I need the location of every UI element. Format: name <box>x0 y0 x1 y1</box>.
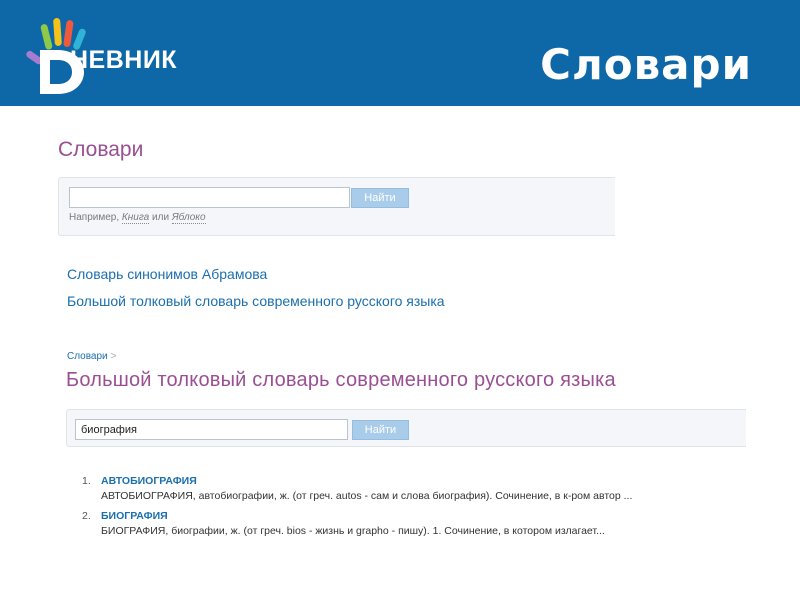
example-word-link[interactable]: Яблоко <box>171 212 206 224</box>
dictionaries-search-input[interactable] <box>69 187 350 208</box>
dictionary-search-input[interactable] <box>75 419 348 440</box>
header-bar: НЕВНИК Словари <box>0 0 800 106</box>
example-or: или <box>152 212 170 223</box>
result-term-link[interactable]: БИОГРАФИЯ <box>101 510 168 522</box>
dictionary-page-title: Большой толковый словарь современного ру… <box>66 369 616 391</box>
dictionary-search-panel: Найти <box>66 409 746 447</box>
search-example-hint: Например, Книга или Яблоко <box>69 212 206 224</box>
logo-text: НЕВНИК <box>70 46 178 74</box>
dictionaries-search-panel: Найти Например, Книга или Яблоко <box>58 177 615 236</box>
result-term-link[interactable]: АВТОБИОГРАФИЯ <box>101 475 197 487</box>
dictionary-link-synonyms[interactable]: Словарь синонимов Абрамова <box>67 266 267 282</box>
find-button[interactable]: Найти <box>352 420 409 440</box>
find-button[interactable]: Найти <box>351 188 409 208</box>
example-word-link[interactable]: Книга <box>121 212 150 224</box>
breadcrumb: Словари > <box>67 351 116 362</box>
result-definition: БИОГРАФИЯ, биографии, ж. (от греч. bios … <box>101 525 605 537</box>
breadcrumb-dictionaries-link[interactable]: Словари <box>67 351 108 362</box>
result-number: 2. <box>82 510 91 522</box>
breadcrumb-separator: > <box>110 351 117 362</box>
dictionary-link-explanatory[interactable]: Большой толковый словарь современного ру… <box>67 293 445 309</box>
result-number: 1. <box>82 475 91 487</box>
slide-title: Словари <box>540 40 752 89</box>
example-prefix: Например, <box>69 212 120 223</box>
result-definition: АВТОБИОГРАФИЯ, автобиографии, ж. (от гре… <box>101 490 633 502</box>
dictionaries-title: Словари <box>58 138 144 161</box>
